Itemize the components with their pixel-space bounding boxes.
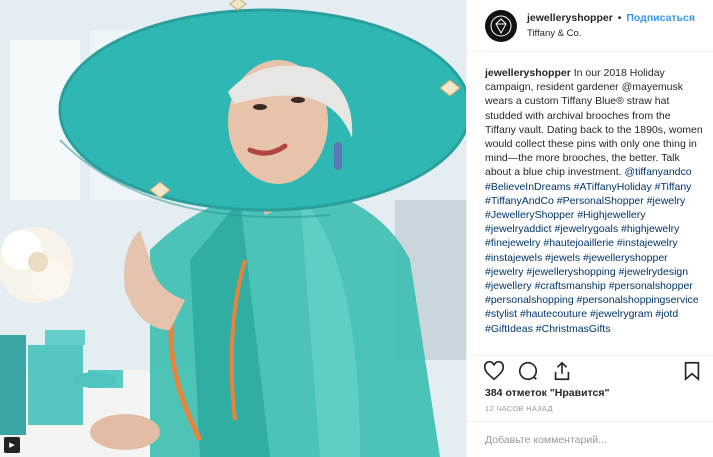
- username-link[interactable]: jewelleryshopper: [527, 12, 613, 24]
- header-text: jewelleryshopper • Подписаться Tiffany &…: [527, 11, 695, 41]
- caption-text: In our 2018 Holiday campaign, resident g…: [485, 67, 703, 179]
- likes-label: отметок "Нравится": [505, 387, 610, 399]
- bookmark-icon[interactable]: [681, 360, 703, 382]
- post-sidebar: jewelleryshopper • Подписаться Tiffany &…: [466, 0, 713, 457]
- separator-dot: •: [617, 11, 622, 24]
- post-header: jewelleryshopper • Подписаться Tiffany &…: [467, 0, 713, 52]
- instagram-post: ▸ jewelleryshopper • Подписаться Tiffany…: [0, 0, 713, 457]
- comment-icon[interactable]: [517, 360, 539, 382]
- post-timestamp[interactable]: 12 ЧАСОВ НАЗАД: [467, 399, 713, 421]
- likes-number: 384: [485, 387, 503, 399]
- likes-count[interactable]: 384 отметок "Нравится": [467, 385, 713, 399]
- photo-illustration: [0, 0, 466, 457]
- media-badge-icon: ▸: [4, 437, 20, 453]
- avatar[interactable]: [485, 9, 517, 42]
- heart-icon[interactable]: [483, 360, 505, 382]
- diamond-logo-icon: [490, 15, 512, 36]
- location-link[interactable]: Tiffany & Co.: [527, 26, 695, 41]
- post-image[interactable]: ▸: [0, 0, 466, 457]
- caption-username[interactable]: jewelleryshopper: [485, 67, 571, 79]
- header-row: jewelleryshopper • Подписаться: [527, 11, 695, 26]
- caption-hashtags[interactable]: @tiffanyandco #BelieveInDreams #ATiffany…: [485, 166, 699, 334]
- caption: jewelleryshopper In our 2018 Holiday cam…: [467, 52, 713, 355]
- share-icon[interactable]: [551, 360, 573, 382]
- comment-input[interactable]: Добавьте комментарий...: [467, 421, 713, 457]
- follow-button[interactable]: Подписаться: [626, 12, 695, 24]
- action-bar: [467, 355, 713, 385]
